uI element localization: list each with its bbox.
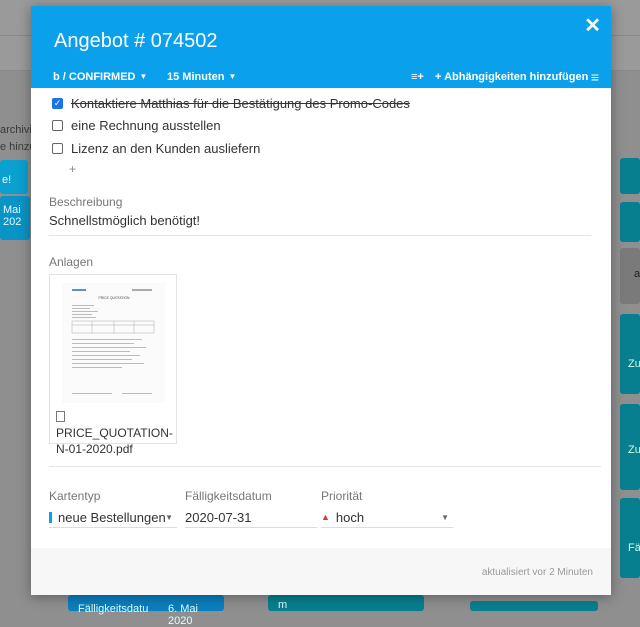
background-card: e! <box>0 160 28 194</box>
chevron-down-icon: ▼ <box>139 72 148 81</box>
priority-high-icon: ▲ <box>321 512 330 522</box>
attachments-label: Anlagen <box>49 255 94 269</box>
priority-select[interactable]: ▲ hoch ▼ <box>321 507 453 528</box>
checklist-item[interactable]: eine Rechnung ausstellen <box>52 116 221 134</box>
due-date-value: 2020-07-31 <box>185 509 252 525</box>
section-divider <box>49 466 601 467</box>
background-text: archivi <box>0 124 32 136</box>
checklist-add-icon[interactable]: ≡+ <box>411 71 424 83</box>
checkbox-checked[interactable]: ✓ <box>52 97 63 109</box>
card-type-color-marker <box>49 511 52 523</box>
checkbox[interactable] <box>52 119 63 131</box>
background-card: m <box>268 595 424 611</box>
duration-dropdown[interactable]: 15 Minuten ▼ <box>167 71 236 83</box>
modal-toolbar: b / CONFIRMED ▼ 15 Minuten ▼ ≡+ + Abhängig… <box>31 68 611 88</box>
background-card: Mai 202 <box>0 196 30 240</box>
card-type-value: neue Bestellungen <box>58 509 166 525</box>
status-dropdown[interactable]: b / CONFIRMED ▼ <box>53 71 147 83</box>
card-type-select[interactable]: neue Bestellungen ▼ <box>49 507 177 528</box>
card-type-label: Kartentyp <box>49 489 101 503</box>
description-label: Beschreibung <box>49 195 123 209</box>
thumbnail-title: PRICE QUOTATION <box>99 296 131 300</box>
background-tile <box>620 158 640 194</box>
background-tile <box>620 202 640 242</box>
background-tile: Zu <box>620 404 640 490</box>
background-card: a <box>620 248 640 304</box>
background-tile: Zu <box>620 314 640 394</box>
add-checklist-item-button[interactable]: + <box>69 162 76 176</box>
background-tile: Fä <box>620 498 640 578</box>
checklist-item-text: Kontaktiere Matthias für die Bestätigung… <box>71 95 410 111</box>
priority-label: Priorität <box>321 489 363 503</box>
modal-header: Angebot # 074502 ✕ b / CONFIRMED ▼ 15 Min… <box>31 6 611 88</box>
menu-icon[interactable]: ≡ <box>591 69 599 85</box>
description-text[interactable]: Schnellstmöglich benötigt! <box>49 213 591 236</box>
attachment-filename[interactable]: PRICE_QUOTATION-N-01-2020.pdf <box>56 409 174 457</box>
chevron-down-icon: ▼ <box>165 513 173 522</box>
checklist-item-text: Lizenz an den Kunden ausliefern <box>71 140 261 156</box>
duration-label: 15 Minuten <box>167 71 225 83</box>
attachment-card[interactable]: PRICE QUOTATION PRICE_QUOTATION-N-01-202… <box>49 274 177 456</box>
checkbox[interactable] <box>52 142 63 154</box>
card-detail-modal: Angebot # 074502 ✕ b / CONFIRMED ▼ 15 Min… <box>31 6 611 595</box>
due-date-label: Fälligkeitsdatum <box>185 489 272 503</box>
background-card <box>470 601 598 611</box>
close-icon[interactable]: ✕ <box>584 13 601 38</box>
modal-footer: aktualisiert vor 2 Minuten <box>31 548 611 595</box>
checklist-item-text: eine Rechnung ausstellen <box>71 117 221 133</box>
due-date-input[interactable]: 2020-07-31 <box>185 507 317 528</box>
modal-title: Angebot # 074502 <box>54 30 218 52</box>
chevron-down-icon: ▼ <box>441 513 449 522</box>
add-dependencies-button[interactable]: + Abhängigkeiten hinzufügen <box>435 71 588 83</box>
chevron-down-icon: ▼ <box>228 72 237 81</box>
status-label: b / CONFIRMED <box>53 71 136 83</box>
priority-value: hoch <box>335 509 365 525</box>
updated-timestamp: aktualisiert vor 2 Minuten <box>481 567 593 578</box>
checklist-item[interactable]: Lizenz an den Kunden ausliefern <box>52 139 260 157</box>
pdf-thumbnail: PRICE QUOTATION <box>62 283 165 403</box>
checklist-item[interactable]: ✓ Kontaktiere Matthias für die Bestätigu… <box>52 94 410 112</box>
background-card: Fälligkeitsdatu 6. Mai 2020 <box>68 595 224 627</box>
modal-body: ✓ Kontaktiere Matthias für die Bestätigu… <box>31 88 611 548</box>
pdf-file-icon <box>56 411 65 422</box>
